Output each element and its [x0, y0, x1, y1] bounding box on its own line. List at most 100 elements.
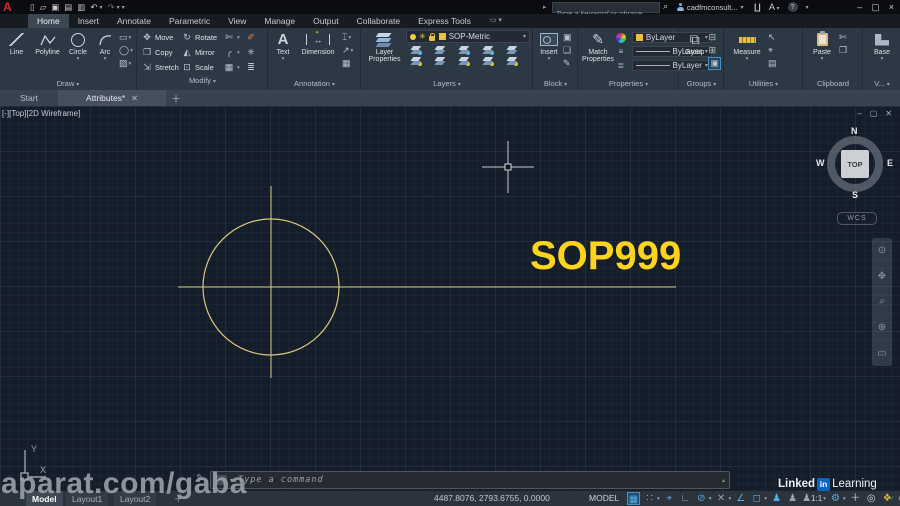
quick-select-icon[interactable]: ↖	[768, 32, 776, 43]
ribbon-display-toggle-icon[interactable]: ▭ ▾	[490, 14, 502, 28]
stretch-button[interactable]: ⇲ Stretch	[142, 62, 182, 73]
orbit-icon[interactable]: ⊕	[878, 322, 886, 333]
lineweight-icon[interactable]: ≡	[616, 47, 626, 56]
group-selection-icon[interactable]: ▣	[708, 57, 721, 70]
id-point-icon[interactable]: ⌖	[768, 45, 773, 56]
cut-icon[interactable]: ✄	[839, 32, 847, 43]
viewcube-wcs-menu[interactable]: WCS	[837, 212, 877, 225]
plot-icon[interactable]: ▥	[77, 2, 85, 13]
measure-button[interactable]: Measure ▾	[728, 30, 766, 78]
drawing-area[interactable]: [-][Top][2D Wireframe] – ▢ ✕ Y X SOP999 …	[0, 106, 900, 490]
polyline-button[interactable]: Polyline	[32, 30, 63, 78]
explode-button[interactable]: ✳	[246, 47, 259, 58]
osnap-caret-icon[interactable]: ▾	[764, 496, 767, 502]
base-button[interactable]: Base ▾	[867, 30, 897, 78]
tab-output[interactable]: Output	[304, 14, 348, 28]
rectangle-caret-icon[interactable]: ▾	[129, 35, 132, 41]
annotation-monitor-icon[interactable]: ＋	[849, 492, 862, 505]
help-caret-icon[interactable]: ▾	[806, 4, 809, 11]
panel-annotation-label[interactable]: Annotation ▾	[269, 78, 360, 90]
new-file-icon[interactable]: ▯	[30, 2, 35, 13]
search-collapse-icon[interactable]: ▸	[543, 3, 547, 11]
panel-clipboard-label[interactable]: Clipboard	[804, 78, 862, 90]
color-wheel-icon[interactable]	[615, 32, 626, 43]
workspace-gear-icon[interactable]: ⚙	[829, 492, 842, 505]
app-store-cart-icon[interactable]: ∐	[754, 2, 761, 13]
linetype-icon[interactable]: ≣	[616, 61, 626, 70]
layer-dropdown[interactable]: ✳ SOP-Metric ▾	[406, 30, 530, 43]
line-button[interactable]: Line	[3, 30, 30, 78]
layer-dropdown-caret-icon[interactable]: ▾	[523, 33, 526, 40]
dynamic-input-icon[interactable]: ⌖	[663, 492, 676, 505]
circle-caret-icon[interactable]: ▾	[77, 56, 80, 62]
manage-attributes-icon[interactable]: ✎	[563, 58, 571, 69]
viewcube-top-face[interactable]: TOP	[841, 150, 869, 178]
tab-annotate[interactable]: Annotate	[108, 14, 160, 28]
annotation-visibility-icon[interactable]: ♟	[770, 492, 783, 505]
save-as-icon[interactable]: ▤	[64, 2, 72, 13]
panel-modify-label[interactable]: Modify ▾	[138, 75, 267, 87]
object-snap-tracking-icon[interactable]: ∠	[734, 492, 747, 505]
arc-caret-icon[interactable]: ▾	[104, 56, 107, 62]
account-menu[interactable]: cadfmconsult... ▾	[676, 0, 743, 14]
rotate-button[interactable]: ↻ Rotate	[182, 32, 224, 43]
file-tab-start[interactable]: Start	[0, 90, 58, 106]
fillet-button[interactable]: ╭ ▾	[224, 47, 246, 58]
layer-tool-icon[interactable]	[434, 45, 446, 55]
graphics-performance-icon[interactable]: ❖	[881, 492, 895, 506]
isodraft-caret-icon[interactable]: ▾	[729, 496, 732, 502]
annotation-scale-icon[interactable]: ♟1:1	[802, 492, 822, 505]
multileader-icon[interactable]: ⌶	[342, 32, 347, 43]
layer-tool-icon[interactable]	[458, 56, 470, 66]
layer-unlock-icon[interactable]	[428, 32, 436, 41]
offset-button[interactable]: ≣	[246, 62, 259, 73]
layer-tool-icon[interactable]	[482, 56, 494, 66]
layer-properties-button[interactable]: Layer Properties	[365, 30, 404, 78]
circle-button[interactable]: Circle ▾	[65, 30, 91, 78]
leader-icon[interactable]: ↗	[342, 45, 350, 56]
close-icon[interactable]: ×	[889, 2, 894, 12]
array-button[interactable]: ▦ ▾	[224, 62, 246, 73]
polar-caret-icon[interactable]: ▾	[709, 496, 712, 502]
ellipse-caret-icon[interactable]: ▾	[130, 48, 133, 54]
viewcube-north[interactable]: N	[851, 126, 858, 136]
group-button[interactable]: ⧉ Group	[683, 30, 706, 78]
navigation-wheel-icon[interactable]: ⊙	[878, 245, 886, 256]
layer-thaw-icon[interactable]: ✳	[419, 32, 426, 40]
insert-caret-icon[interactable]: ▾	[548, 56, 551, 62]
tab-collaborate[interactable]: Collaborate	[348, 14, 409, 28]
workspace-caret-icon[interactable]: ▾	[843, 496, 846, 502]
minimize-icon[interactable]: –	[857, 2, 862, 12]
drawing-text-entity[interactable]: SOP999	[530, 236, 681, 276]
layer-color-swatch[interactable]	[438, 33, 446, 40]
panel-properties-label[interactable]: Properties ▾	[579, 78, 678, 90]
copy-clip-icon[interactable]: ❐	[839, 45, 847, 56]
file-tab-close-icon[interactable]: ✕	[131, 94, 138, 103]
erase-button[interactable]: ✐	[246, 32, 259, 43]
isolate-objects-icon[interactable]: ◎	[865, 492, 878, 505]
layer-tool-icon[interactable]	[410, 56, 422, 66]
panel-utilities-label[interactable]: Utilities ▾	[725, 78, 802, 90]
quick-calc-icon[interactable]: ▤	[768, 58, 777, 69]
paste-caret-icon[interactable]: ▾	[821, 56, 824, 62]
layer-tool-icon[interactable]	[410, 45, 422, 55]
isodraft-icon[interactable]: ✕	[715, 492, 728, 505]
restore-icon[interactable]: ▢	[871, 2, 880, 13]
viewcube-south[interactable]: S	[852, 190, 858, 200]
grid-toggle-icon[interactable]: ▦	[627, 492, 640, 505]
layer-tool-icon[interactable]	[506, 56, 518, 66]
layer-tool-icon[interactable]	[506, 45, 518, 55]
new-drawing-icon[interactable]: ＋	[166, 90, 186, 106]
open-file-icon[interactable]: ▱	[40, 2, 47, 13]
ellipse-icon[interactable]: ◯	[119, 45, 129, 56]
panel-groups-label[interactable]: Groups ▾	[680, 78, 723, 90]
scale-button[interactable]: ⊡ Scale	[182, 62, 224, 73]
save-icon[interactable]: ▣	[51, 2, 59, 13]
layer-on-icon[interactable]	[410, 33, 416, 40]
base-caret-icon[interactable]: ▾	[881, 56, 884, 62]
match-properties-button[interactable]: ✎ Match Properties	[582, 30, 614, 78]
move-button[interactable]: ✥ Move	[142, 32, 182, 43]
trim-button[interactable]: ✄ ▾	[224, 32, 246, 43]
qat-customize-icon[interactable]: ▾	[122, 4, 125, 11]
group-edit-icon[interactable]: ⊞	[708, 45, 716, 56]
